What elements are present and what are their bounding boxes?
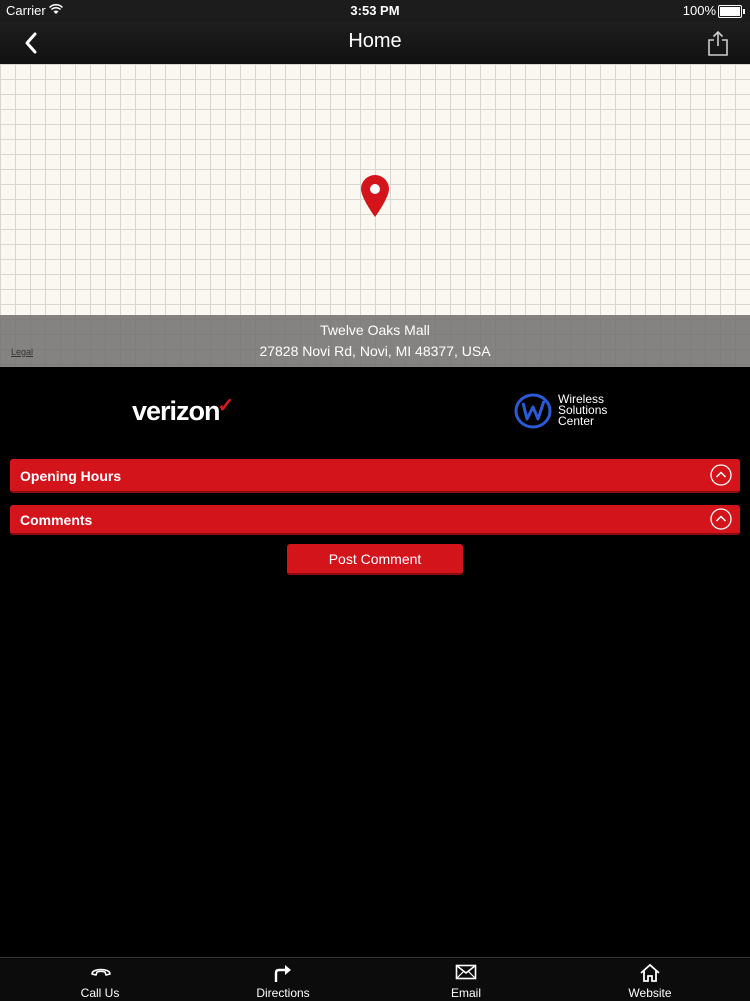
tab-label: Call Us	[80, 986, 120, 1000]
address-overlay: Twelve Oaks Mall 27828 Novi Rd, Novi, MI…	[0, 315, 750, 367]
navigation-bar: Home	[0, 22, 750, 65]
tab-label: Directions	[256, 986, 310, 1000]
phone-icon	[91, 968, 111, 976]
bottom-tab-bar: Call Us Directions Email Website	[0, 957, 750, 1001]
wsc-wordmark: Wireless Solutions Center	[558, 393, 607, 428]
clock: 3:53 PM	[350, 3, 400, 18]
checkmark-icon: ✓	[217, 395, 235, 417]
envelope-icon	[455, 964, 477, 980]
page-title: Home	[348, 30, 402, 52]
opening-hours-label: Opening Hours	[20, 468, 122, 484]
wsc-line-3: Center	[558, 414, 595, 428]
directions-arrow-icon	[274, 965, 291, 982]
wsc-emblem-icon	[514, 393, 552, 429]
map-view[interactable]: Twelve Oaks Mall 27828 Novi Rd, Novi, MI…	[0, 64, 750, 367]
legal-link[interactable]: Legal	[11, 347, 33, 357]
chevron-up-circle-icon[interactable]	[710, 464, 732, 486]
home-icon	[640, 963, 660, 982]
tab-directions[interactable]: Directions	[223, 958, 343, 1001]
tab-website[interactable]: Website	[590, 958, 710, 1001]
place-address: 27828 Novi Rd, Novi, MI 48377, USA	[259, 343, 491, 359]
battery-icon	[718, 5, 745, 18]
tab-call-us[interactable]: Call Us	[40, 958, 160, 1001]
tab-label: Website	[628, 986, 672, 1000]
share-icon[interactable]	[706, 28, 730, 58]
opening-hours-section[interactable]: Opening Hours	[10, 459, 740, 493]
map-pin-icon[interactable]	[360, 174, 390, 218]
verizon-wordmark: verizon	[132, 396, 221, 426]
wireless-solutions-center-logo: Wireless Solutions Center	[514, 392, 624, 432]
chevron-up-circle-icon[interactable]	[710, 508, 732, 530]
place-name: Twelve Oaks Mall	[320, 322, 430, 338]
tab-email[interactable]: Email	[406, 958, 526, 1001]
partner-logos: verizon✓ Wireless Solutions Center	[0, 380, 750, 440]
status-bar: Carrier 3:53 PM 100%	[0, 0, 750, 22]
comments-section[interactable]: Comments	[10, 505, 740, 535]
battery-percent: 100%	[682, 3, 716, 18]
comments-label: Comments	[20, 512, 93, 528]
tab-label: Email	[450, 986, 481, 1000]
post-comment-button[interactable]: Post Comment	[287, 544, 463, 575]
verizon-logo: verizon✓	[132, 395, 235, 427]
